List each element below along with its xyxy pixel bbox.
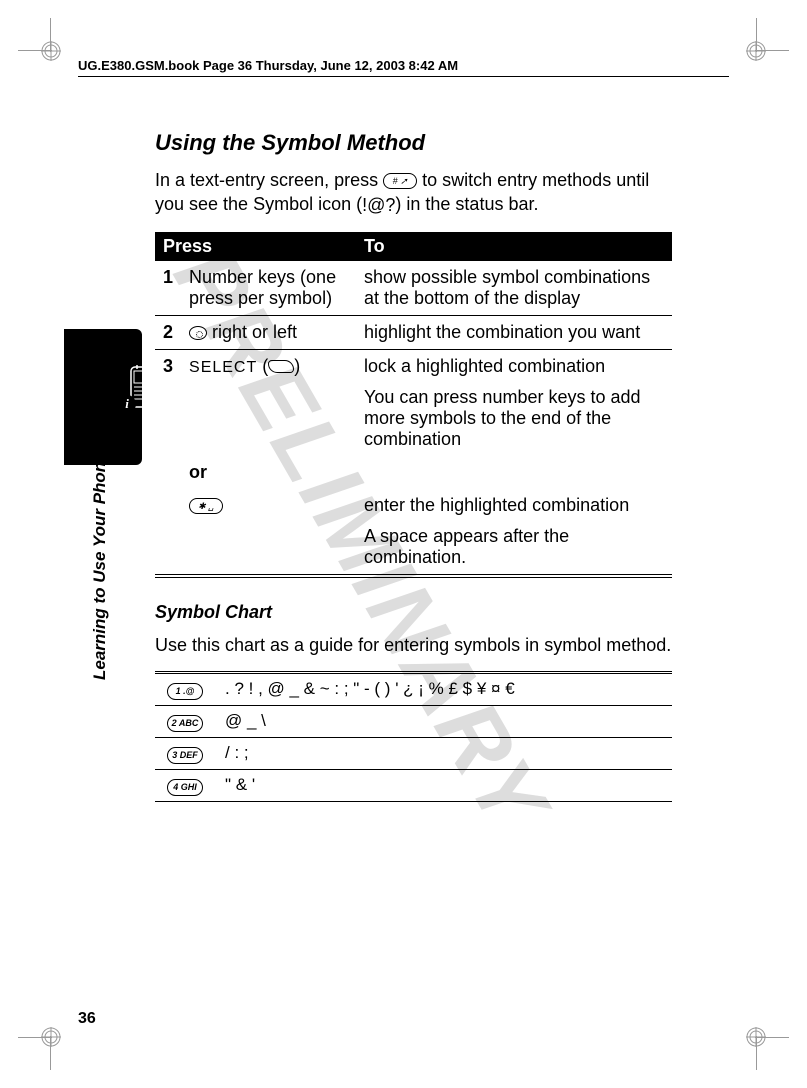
to-cell: show possible symbol combinations at the… [356, 261, 672, 316]
to-cell: lock a highlighted combination You can p… [356, 349, 672, 456]
symbol-cell: . ? ! , @ _ & ~ : ; " - ( ) ' ¿ ¡ % £ $ … [215, 672, 672, 705]
registration-mark-icon [41, 1027, 61, 1047]
select-softkey-label: SELECT [189, 359, 257, 376]
table-header-press: Press [155, 232, 356, 261]
symbol-chart-table: 1 .@ . ? ! , @ _ & ~ : ; " - ( ) ' ¿ ¡ %… [155, 671, 672, 802]
step-number: 2 [155, 315, 181, 349]
table-row: 1 Number keys (one press per symbol) sho… [155, 261, 672, 316]
subsection-title: Symbol Chart [155, 602, 672, 623]
key-1-icon: 1 .@ [167, 683, 203, 700]
registration-mark-icon [41, 41, 61, 61]
registration-mark-icon [746, 41, 766, 61]
info-badge-icon: i [118, 395, 136, 413]
symbol-cell: " & ' [215, 769, 672, 801]
right-softkey-icon [268, 360, 294, 373]
key-2-icon: 2 ABC [167, 715, 203, 732]
step-number: 1 [155, 261, 181, 316]
symbol-mode-icon: !@? [362, 193, 395, 217]
step-number: 3 [155, 349, 181, 456]
to-text: A space appears after the combination. [364, 526, 664, 568]
running-head: UG.E380.GSM.book Page 36 Thursday, June … [78, 58, 729, 77]
symbol-cell: / : ; [215, 737, 672, 769]
press-cell: SELECT () [181, 349, 356, 456]
hash-key-icon: # ➚ [383, 173, 417, 189]
to-cell: highlight the combination you want [356, 315, 672, 349]
to-text: enter the highlighted combination [364, 495, 664, 516]
intro-paragraph: In a text-entry screen, press # ➚ to swi… [155, 168, 672, 218]
table-row: 2 right or left highlight the combinatio… [155, 315, 672, 349]
table-row: or [155, 456, 672, 489]
table-row: 3 DEF / : ; [155, 737, 672, 769]
symbol-cell: @ _ \ [215, 705, 672, 737]
press-cell: right or left [181, 315, 356, 349]
table-row: 1 .@ . ? ! , @ _ & ~ : ; " - ( ) ' ¿ ¡ %… [155, 672, 672, 705]
press-cell: ✱ ␣ [181, 489, 356, 574]
press-text: right or left [207, 322, 297, 342]
to-cell: enter the highlighted combination A spac… [356, 489, 672, 574]
table-row: ✱ ␣ enter the highlighted combination A … [155, 489, 672, 574]
registration-mark-icon [746, 1027, 766, 1047]
to-text: lock a highlighted combination [364, 356, 664, 377]
subsection-intro: Use this chart as a guide for entering s… [155, 633, 672, 657]
to-text: You can press number keys to add more sy… [364, 387, 664, 450]
intro-text: In a text-entry screen, press [155, 170, 383, 190]
table-end-rule [155, 574, 672, 578]
nav-key-icon [189, 326, 207, 340]
or-label: or [181, 456, 356, 489]
section-name-sidebar: Learning to Use Your Phone [90, 452, 110, 680]
table-row: 4 GHI " & ' [155, 769, 672, 801]
page-number: 36 [78, 1010, 96, 1028]
star-key-icon: ✱ ␣ [189, 498, 223, 514]
key-4-icon: 4 GHI [167, 779, 203, 796]
table-row: 2 ABC @ _ \ [155, 705, 672, 737]
intro-text: ) in the status bar. [395, 194, 538, 214]
section-title: Using the Symbol Method [155, 130, 672, 156]
press-cell: Number keys (one press per symbol) [181, 261, 356, 316]
table-header-to: To [356, 232, 672, 261]
instruction-table: Press To 1 Number keys (one press per sy… [155, 232, 672, 574]
table-row: 3 SELECT () lock a highlighted combinati… [155, 349, 672, 456]
key-3-icon: 3 DEF [167, 747, 203, 764]
